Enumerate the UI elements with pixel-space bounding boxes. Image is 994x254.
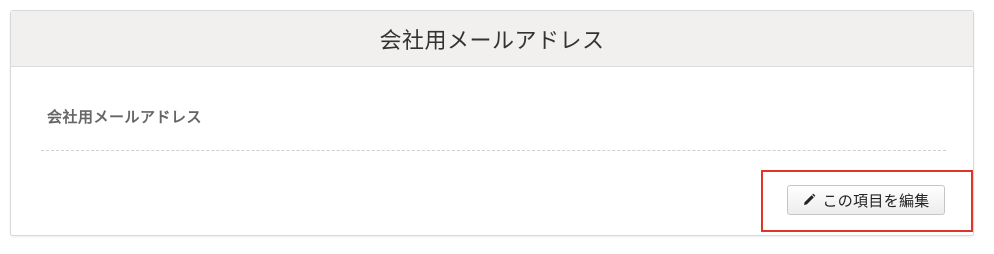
panel-title: 会社用メールアドレス — [379, 28, 605, 54]
pencil-icon — [802, 193, 816, 207]
edit-item-label: この項目を編集 — [822, 192, 930, 210]
edit-item-button[interactable]: この項目を編集 — [787, 185, 945, 215]
divider — [41, 150, 946, 151]
panel-header: 会社用メールアドレス — [11, 11, 973, 67]
field-label: 会社用メールアドレス — [47, 108, 203, 126]
